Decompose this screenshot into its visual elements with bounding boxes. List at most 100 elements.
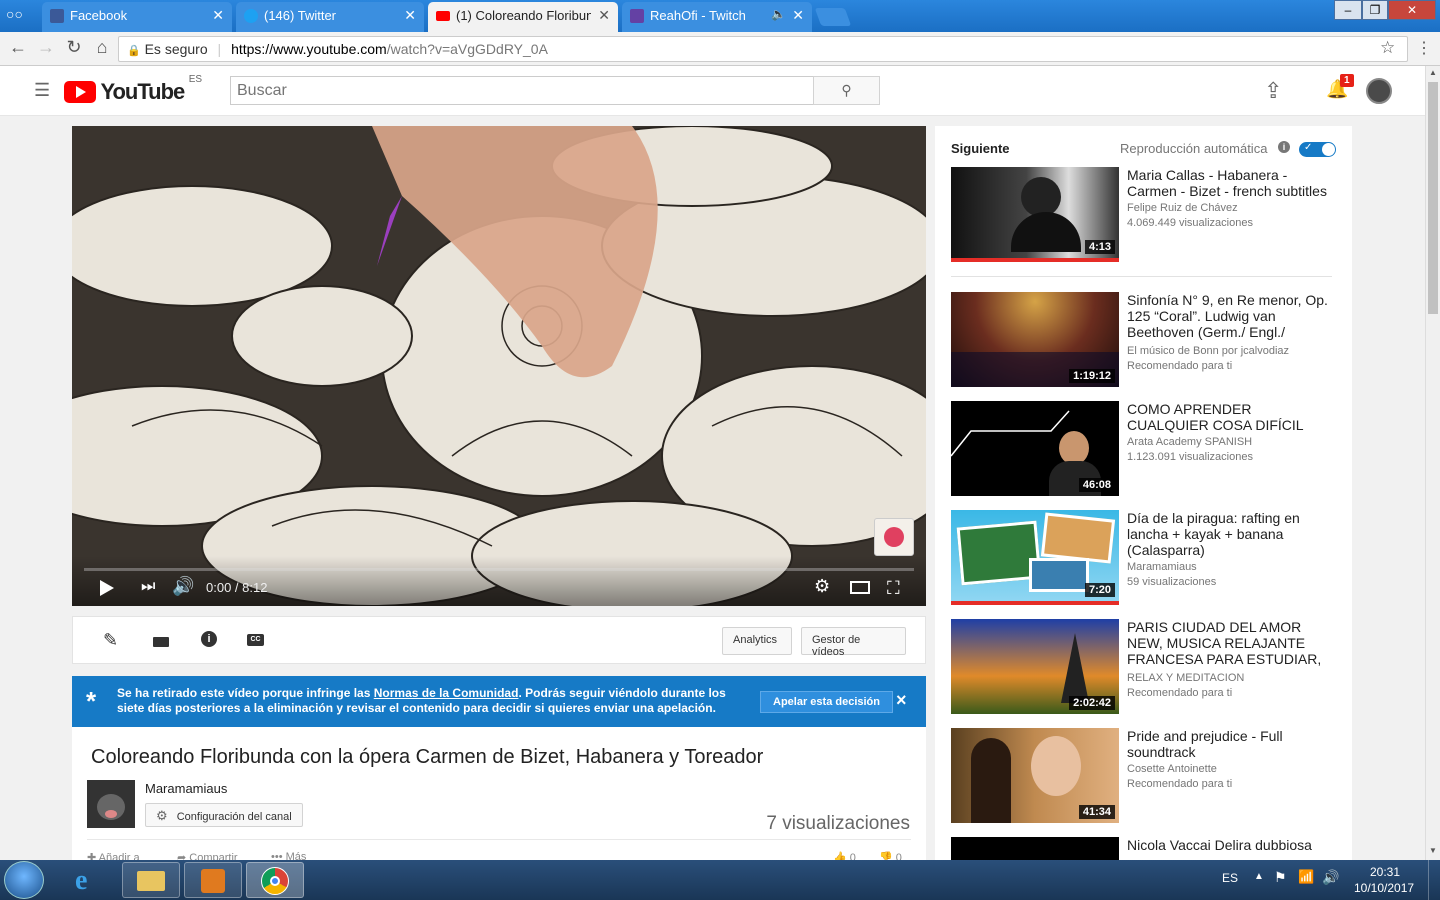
- page-scrollbar[interactable]: ▲ ▼: [1425, 66, 1440, 860]
- close-window-button[interactable]: ✕: [1388, 0, 1436, 20]
- taskbar-file-explorer[interactable]: [122, 862, 180, 898]
- community-guidelines-link[interactable]: Normas de la Comunidad: [374, 686, 519, 700]
- tab-facebook[interactable]: Facebook ✕: [42, 2, 232, 32]
- removal-notice-banner: * Se ha retirado este vídeo porque infri…: [72, 676, 926, 727]
- network-signal-icon[interactable]: 📶: [1298, 869, 1314, 885]
- search-input[interactable]: [230, 76, 814, 105]
- video-player[interactable]: ⏭ 🔊 0:00 / 8:12 ⚙ ⛶: [72, 126, 926, 606]
- video-duration: 7:20: [1084, 583, 1115, 597]
- start-button[interactable]: [4, 861, 44, 899]
- sidebar-video-item[interactable]: 46:08 COMO APRENDER CUALQUIER COSA DIFÍC…: [951, 401, 1349, 496]
- channel-settings-button[interactable]: ⚙ Configuración del canal: [145, 803, 303, 827]
- next-icon[interactable]: ⏭: [141, 578, 155, 596]
- sidebar-video-item[interactable]: Nicola Vaccai Delira dubbiosa: [951, 837, 1349, 860]
- reload-icon[interactable]: ↻: [62, 37, 86, 58]
- settings-gear-icon[interactable]: ⚙: [814, 576, 830, 597]
- info-icon[interactable]: i: [201, 631, 217, 647]
- creator-toolbar: ✎ i CC Analytics Gestor de vídeos: [72, 616, 926, 664]
- sidebar-video-item[interactable]: 41:34 Pride and prejudice - Full soundtr…: [951, 728, 1349, 823]
- volume-icon[interactable]: 🔊: [172, 576, 194, 597]
- video-title: COMO APRENDER CUALQUIER COSA DIFÍCIL: [1127, 401, 1304, 433]
- volume-tray-icon[interactable]: 🔊: [1322, 869, 1339, 886]
- show-hidden-icons-icon[interactable]: ▲: [1254, 871, 1264, 882]
- clock-time[interactable]: 20:31: [1370, 865, 1400, 879]
- tab-twitch[interactable]: ReahOfi - Twitch 🔈 ✕: [622, 2, 812, 32]
- upload-icon[interactable]: ⇪: [1264, 78, 1282, 104]
- taskbar-media-player[interactable]: [184, 862, 242, 898]
- appeal-button[interactable]: Apelar esta decisión: [760, 691, 893, 713]
- video-title: Pride and prejudice - Full soundtrack: [1127, 728, 1283, 760]
- video-duration: 46:08: [1078, 478, 1115, 492]
- address-bar[interactable]: 🔒 Es seguro | https://www.youtube.com/wa…: [118, 36, 1408, 62]
- video-channel: RELAX Y MEDITACION: [1127, 672, 1245, 684]
- add-to-button[interactable]: ✚ Añadir a: [87, 851, 140, 860]
- scroll-down-arrow-icon[interactable]: ▼: [1429, 846, 1437, 855]
- media-player-icon: [201, 869, 225, 893]
- speaker-icon: 🔈: [771, 7, 786, 21]
- taskbar-internet-explorer[interactable]: e: [62, 862, 120, 898]
- up-next-sidebar: Siguiente Reproducción automática i ✓ 4:…: [935, 126, 1352, 860]
- sidebar-video-item[interactable]: 7:20 Día de la piragua: rafting en lanch…: [951, 510, 1349, 605]
- more-button[interactable]: ••• Más: [271, 851, 306, 860]
- tab-youtube[interactable]: (1) Coloreando Floribunda ✕: [428, 2, 618, 32]
- clock-date[interactable]: 10/10/2017: [1354, 881, 1414, 895]
- enhance-icon[interactable]: [153, 637, 169, 647]
- forward-icon[interactable]: →: [34, 37, 58, 58]
- share-button[interactable]: ➦ Compartir: [177, 851, 238, 860]
- analytics-button[interactable]: Analytics: [722, 627, 792, 655]
- like-button[interactable]: 👍 0: [833, 851, 856, 860]
- close-tab-icon[interactable]: ✕: [792, 7, 804, 24]
- video-meta: Recomendado para ti: [1127, 687, 1233, 699]
- logo-text: YouTube: [100, 79, 185, 104]
- show-desktop-button[interactable]: [1428, 860, 1440, 900]
- maximize-button[interactable]: ❐: [1362, 0, 1388, 20]
- scrollbar-thumb[interactable]: [1428, 82, 1438, 314]
- subtitles-cc-icon[interactable]: CC: [247, 634, 264, 646]
- new-tab-button[interactable]: [814, 8, 852, 26]
- dislike-button[interactable]: 👎 0: [879, 851, 902, 860]
- autoplay-label: Reproducción automática: [1120, 141, 1268, 156]
- sidebar-video-item[interactable]: 1:19:12 Sinfonía N° 9, en Re menor, Op. …: [951, 292, 1349, 387]
- channel-watermark[interactable]: [874, 518, 914, 556]
- time-display: 0:00 / 8:12: [206, 580, 268, 595]
- home-icon[interactable]: ⌂: [90, 37, 114, 58]
- video-meta: 59 visualizaciones: [1127, 576, 1217, 588]
- autoplay-info-icon[interactable]: i: [1278, 141, 1290, 153]
- autoplay-toggle[interactable]: ✓: [1299, 142, 1336, 157]
- video-thumbnail: [951, 837, 1119, 860]
- close-tab-icon[interactable]: ✕: [598, 7, 610, 24]
- back-icon[interactable]: ←: [6, 37, 30, 58]
- minimize-button[interactable]: –: [1334, 0, 1362, 20]
- play-icon[interactable]: [100, 580, 114, 596]
- close-notice-icon[interactable]: ×: [896, 690, 907, 711]
- bookmark-star-icon[interactable]: ☆: [1380, 38, 1395, 58]
- sidebar-video-item[interactable]: 2:02:42 PARIS CIUDAD DEL AMOR NEW, MUSIC…: [951, 619, 1349, 714]
- video-manager-button[interactable]: Gestor de vídeos: [801, 627, 906, 658]
- windows-taskbar: e ES ▲ ⚑ 📶 🔊 20:31 10/10/2017: [0, 860, 1440, 900]
- video-channel: Cosette Antoinette: [1127, 763, 1217, 775]
- video-duration: 2:02:42: [1069, 696, 1115, 710]
- sidebar-video-item[interactable]: 4:13 Maria Callas - Habanera - Carmen - …: [951, 167, 1349, 262]
- menu-kebab-icon[interactable]: ⋮: [1416, 38, 1432, 58]
- channel-avatar[interactable]: [87, 780, 135, 828]
- tab-twitter[interactable]: (146) Twitter ✕: [236, 2, 424, 32]
- video-channel: El músico de Bonn por jcalvodiaz: [1127, 345, 1290, 357]
- action-center-flag-icon[interactable]: ⚑: [1274, 869, 1287, 886]
- keyboard-language[interactable]: ES: [1222, 871, 1238, 885]
- video-title: Nicola Vaccai Delira dubbiosa: [1127, 837, 1312, 853]
- controls-gradient: [72, 556, 926, 606]
- scroll-up-arrow-icon[interactable]: ▲: [1429, 68, 1437, 77]
- channel-name[interactable]: Maramamiaus: [145, 781, 227, 796]
- video-thumbnail: 7:20: [951, 510, 1119, 605]
- theater-mode-icon[interactable]: [850, 581, 870, 594]
- youtube-logo[interactable]: YouTube ES: [64, 74, 202, 104]
- close-tab-icon[interactable]: ✕: [404, 7, 416, 24]
- edit-pencil-icon[interactable]: ✎: [103, 630, 118, 651]
- video-thumbnail: 4:13: [951, 167, 1119, 262]
- account-avatar[interactable]: [1366, 78, 1392, 104]
- close-tab-icon[interactable]: ✕: [212, 7, 224, 24]
- taskbar-chrome[interactable]: [246, 862, 304, 898]
- fullscreen-icon[interactable]: ⛶: [887, 578, 900, 599]
- search-button[interactable]: ⚲: [813, 76, 880, 105]
- hamburger-menu-icon[interactable]: ☰: [34, 80, 50, 101]
